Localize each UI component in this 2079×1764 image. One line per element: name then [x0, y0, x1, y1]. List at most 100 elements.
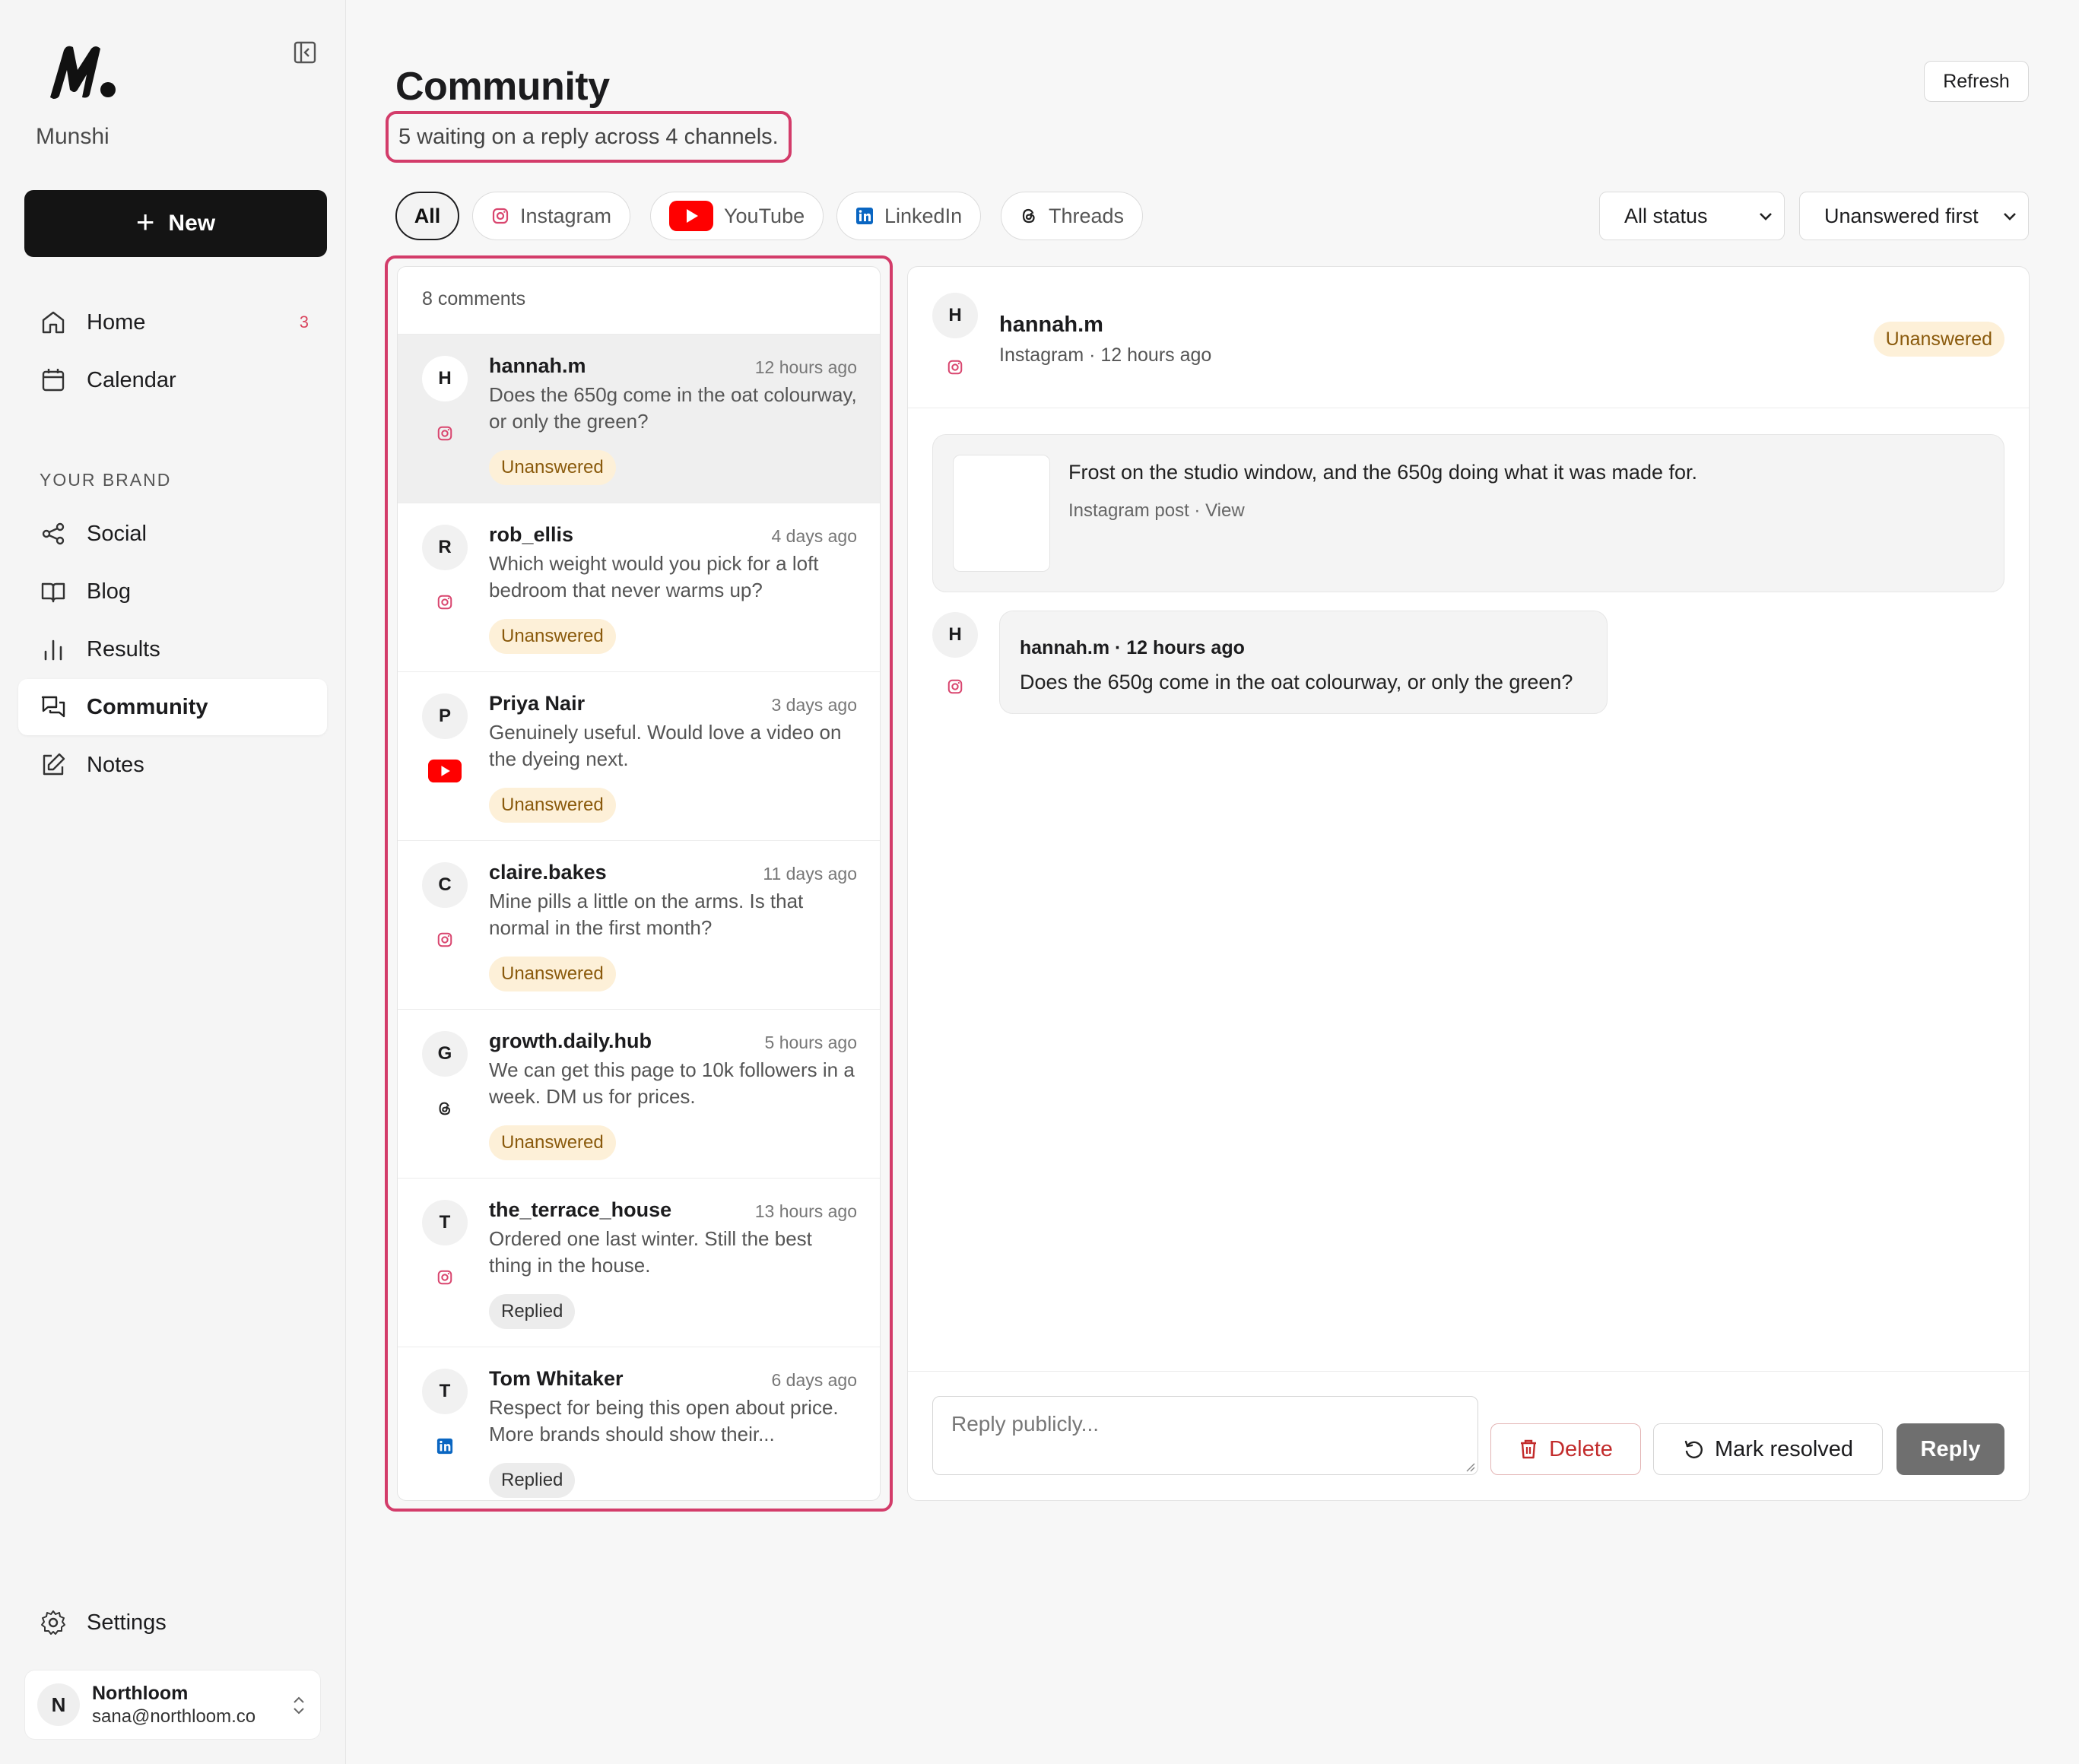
delete-button[interactable]: Delete — [1490, 1423, 1641, 1475]
list-item[interactable]: C claire.bakes 11 days ago Mine pills a … — [398, 840, 880, 1009]
sidebar-item-social[interactable]: Social — [18, 506, 327, 562]
sidebar-item-calendar[interactable]: Calendar — [18, 352, 327, 408]
platform-badge — [428, 417, 462, 450]
reply-input[interactable] — [932, 1396, 1478, 1475]
sidebar-item-label: Results — [87, 636, 160, 662]
post-caption: Frost on the studio window, and the 650g… — [1068, 461, 1698, 484]
filter-chip-linkedin[interactable]: LinkedIn — [836, 192, 982, 240]
sort-select[interactable]: Unanswered first — [1799, 192, 2029, 240]
comment-text: Which weight would you pick for a loft b… — [489, 552, 819, 601]
sidebar-item-results[interactable]: Results — [18, 621, 327, 677]
plus-icon: + — [135, 204, 155, 240]
status-select[interactable]: All status — [1599, 192, 1785, 240]
rotate-ccw-icon — [1684, 1440, 1703, 1458]
subtitle-text: 5 waiting on a reply across 4 channels. — [398, 124, 779, 149]
section-label-your-brand: YOUR BRAND — [40, 470, 172, 490]
list-item[interactable]: T the_terrace_house 13 hours ago Ordered… — [398, 1178, 880, 1347]
commenter-name: the_terrace_house — [489, 1198, 672, 1221]
commenter-name: hannah.m — [489, 354, 586, 377]
comment-message: Does the 650g come in the oat colourway,… — [1020, 671, 1573, 693]
avatar: T — [422, 1200, 468, 1245]
status-badge: Replied — [489, 1294, 576, 1329]
delete-button-label: Delete — [1549, 1436, 1613, 1461]
sidebar-item-label: Community — [87, 694, 208, 719]
sidebar-item-settings[interactable]: Settings — [18, 1594, 327, 1651]
instagram-icon — [437, 426, 452, 441]
post-preview[interactable]: Frost on the studio window, and the 650g… — [932, 434, 2004, 592]
comment-text: Mine pills a little on the arms. Is that… — [489, 890, 804, 939]
home-badge: 3 — [299, 313, 309, 332]
chevron-down-icon — [1760, 213, 1772, 220]
account-email: sana@northloom.co — [92, 1705, 256, 1727]
comment-text: Respect for being this open about price.… — [489, 1396, 839, 1445]
filter-chip-all[interactable]: All — [395, 192, 459, 240]
comment-text: Does the 650g come in the oat colourway,… — [489, 383, 857, 433]
sidebar-item-notes[interactable]: Notes — [18, 737, 327, 793]
chevron-down-icon — [2004, 213, 2016, 220]
status-badge: Replied — [489, 1463, 576, 1498]
filter-chip-instagram[interactable]: Instagram — [472, 192, 631, 240]
mark-resolved-button[interactable]: Mark resolved — [1653, 1423, 1883, 1475]
commenter-name: growth.daily.hub — [489, 1030, 652, 1052]
post-view-link[interactable]: Instagram post · View — [1068, 500, 1245, 522]
comment-text: We can get this page to 10k followers in… — [489, 1058, 855, 1108]
new-button[interactable]: + New — [24, 190, 327, 257]
app-root: Munshi + New Home 3 Calendar YOUR BRAND … — [0, 0, 2079, 1764]
munshi-logo — [50, 46, 116, 99]
sidebar-item-home[interactable]: Home 3 — [18, 294, 327, 351]
filter-chip-youtube[interactable]: YouTube — [650, 192, 824, 240]
sidebar-item-blog[interactable]: Blog — [18, 563, 327, 620]
linkedin-icon — [436, 1438, 453, 1455]
calendar-icon — [42, 369, 65, 392]
filter-chip-threads[interactable]: Threads — [1001, 192, 1144, 240]
list-item[interactable]: H hannah.m 12 hours ago Does the 650g co… — [398, 334, 880, 503]
avatar: G — [422, 1031, 468, 1077]
avatar: H — [422, 356, 468, 401]
list-item[interactable]: G growth.daily.hub 5 hours ago We can ge… — [398, 1009, 880, 1178]
comment-time: 4 days ago — [771, 526, 857, 546]
trash-icon — [1521, 1439, 1537, 1459]
platform-badge — [428, 754, 462, 788]
sidebar-item-label: Settings — [87, 1610, 167, 1635]
detail-commenter-name: hannah.m — [999, 313, 1103, 337]
status-badge: Unanswered — [489, 450, 616, 485]
comment-time: 12 hours ago — [754, 357, 857, 377]
new-button-label: New — [168, 211, 216, 236]
post-thumbnail — [953, 455, 1050, 572]
avatar: H — [932, 612, 978, 658]
platform-badge — [428, 1092, 462, 1125]
chip-label: YouTube — [724, 204, 805, 227]
status-badge: Unanswered — [489, 1125, 616, 1160]
reply-button[interactable]: Reply — [1896, 1423, 2004, 1475]
reply-footer: Delete Mark resolved Reply — [908, 1371, 2029, 1500]
list-item[interactable]: T Tom Whitaker 6 days ago Respect for be… — [398, 1347, 880, 1500]
chip-label: LinkedIn — [884, 204, 963, 227]
instagram-icon — [947, 679, 963, 694]
sidebar-item-community[interactable]: Community — [18, 679, 327, 735]
account-switcher[interactable]: N Northloom sana@northloom.co — [24, 1670, 321, 1740]
youtube-icon — [428, 759, 462, 783]
list-item[interactable]: R rob_ellis 4 days ago Which weight woul… — [398, 503, 880, 671]
platform-badge — [428, 1429, 462, 1463]
instagram-icon — [947, 360, 963, 375]
status-badge: Unanswered — [489, 619, 616, 654]
instagram-icon — [492, 208, 509, 224]
resize-grip-icon[interactable] — [1465, 1461, 1475, 1472]
refresh-button[interactable]: Refresh — [1924, 61, 2029, 102]
edit-icon — [43, 753, 65, 776]
detail-meta: Instagram · 12 hours ago — [999, 344, 1212, 366]
avatar: H — [932, 293, 978, 338]
chevron-up-down-icon — [294, 1696, 304, 1715]
list-item[interactable]: P Priya Nair 3 days ago Genuinely useful… — [398, 671, 880, 840]
avatar: C — [422, 862, 468, 908]
comment-text: Ordered one last winter. Still the best … — [489, 1227, 812, 1277]
commenter-name: Priya Nair — [489, 692, 586, 715]
platform-badge — [428, 1261, 462, 1294]
avatar: N — [37, 1683, 80, 1726]
comment-detail-panel: H hannah.m Instagram · 12 hours ago Unan… — [907, 266, 2030, 1501]
comment-meta: hannah.m · 12 hours ago — [1020, 637, 1245, 658]
comment-count: 8 comments — [422, 288, 526, 309]
threads-icon — [1022, 208, 1035, 224]
status-badge: Unanswered — [489, 788, 616, 823]
sidebar-collapse-icon[interactable] — [292, 40, 318, 65]
